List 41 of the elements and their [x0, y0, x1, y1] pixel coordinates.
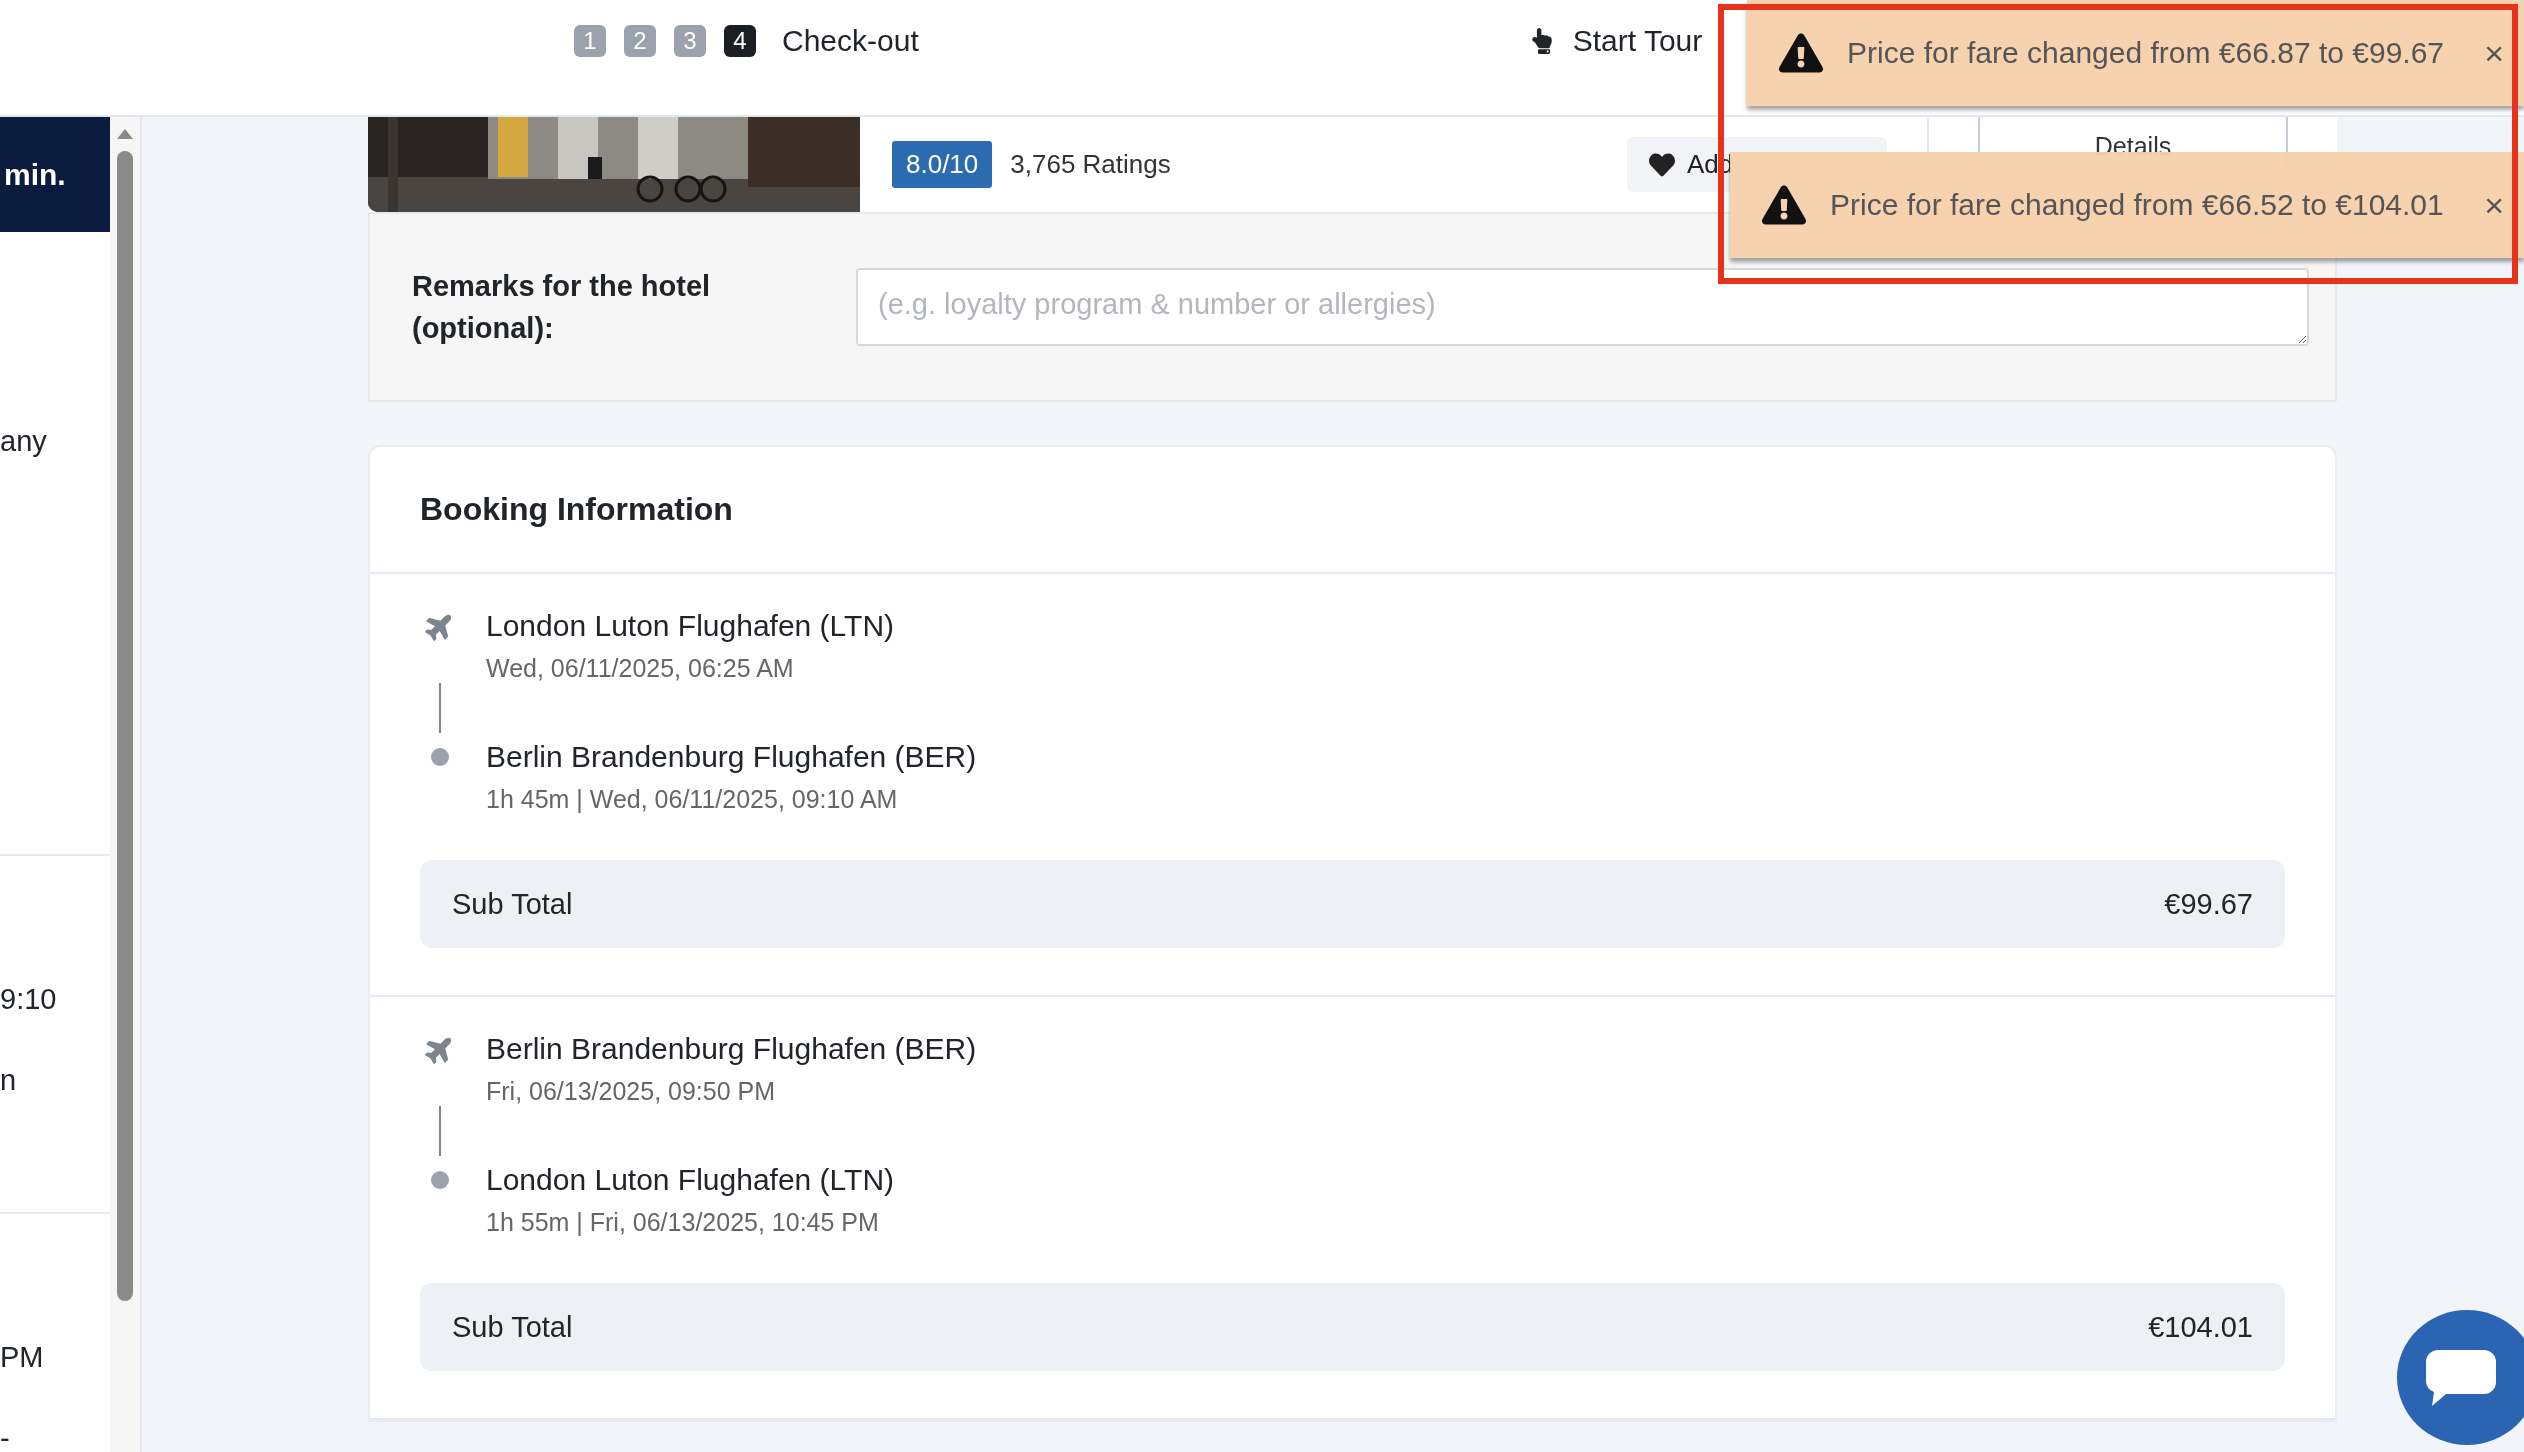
sidebar-text: -	[0, 1422, 11, 1452]
airport-name: Berlin Brandenburg Flughafen (BER)	[486, 740, 978, 774]
scroll-up-icon	[117, 129, 133, 139]
step-badge: 2	[624, 25, 656, 57]
stop-dot	[431, 748, 449, 766]
warning-icon	[1762, 183, 1806, 227]
toast-message: Price for fare changed from €66.52 to €104.01	[1830, 188, 2445, 222]
heart-icon	[1649, 151, 1675, 178]
card-title: Booking Information	[420, 491, 733, 528]
flight-time: 1h 55m | Fri, 06/13/2025, 10:45 PM	[486, 1208, 880, 1237]
sidebar-text: 9:10	[0, 983, 58, 1016]
subtotal-label: Sub Total	[452, 1310, 573, 1344]
subtotal-amount: €104.01	[2148, 1310, 2253, 1344]
toast-message: Price for fare changed from €66.87 to €99.67	[1847, 36, 2446, 70]
scrollbar[interactable]	[110, 117, 142, 1452]
flight-time: 1h 45m | Wed, 06/11/2025, 09:10 AM	[486, 785, 899, 814]
airport-name: London Luton Flughafen (LTN)	[486, 609, 896, 643]
step-badge: 1	[574, 25, 606, 57]
remarks-label: Remarks for the hotel (optional):	[412, 269, 712, 346]
start-tour-button[interactable]: Start Tour	[1528, 24, 1703, 58]
sidebar-text: PM	[0, 1341, 45, 1374]
close-button[interactable]: ×	[2484, 33, 2504, 73]
sidebar-text: any	[0, 425, 48, 458]
close-button[interactable]: ×	[2484, 185, 2504, 225]
remarks-field[interactable]: (e.g. loyalty program & number or allergies)	[856, 268, 2309, 346]
ratings-count: 3,765 Ratings	[1010, 149, 1171, 180]
step-badge: 3	[674, 25, 706, 57]
subtotal-amount: €99.67	[2164, 887, 2253, 921]
airport-name: Berlin Brandenburg Flughafen (BER)	[486, 1032, 978, 1066]
step-title: Check-out	[782, 24, 919, 58]
rating-badge: 8.0/10	[892, 141, 993, 188]
stop-dot	[431, 1171, 449, 1189]
airport-name: London Luton Flughafen (LTN)	[486, 1163, 896, 1197]
chat-bubble-icon	[2426, 1349, 2496, 1406]
flight-time: Wed, 06/11/2025, 06:25 AM	[486, 654, 795, 683]
step-badge: 4	[724, 25, 756, 57]
subtotal-label: Sub Total	[452, 887, 573, 921]
flight-time: Fri, 06/13/2025, 09:50 PM	[486, 1077, 777, 1106]
sidebar-text: n	[0, 1064, 18, 1097]
warning-icon	[1779, 31, 1823, 75]
sidebar-banner: min.	[0, 117, 110, 232]
